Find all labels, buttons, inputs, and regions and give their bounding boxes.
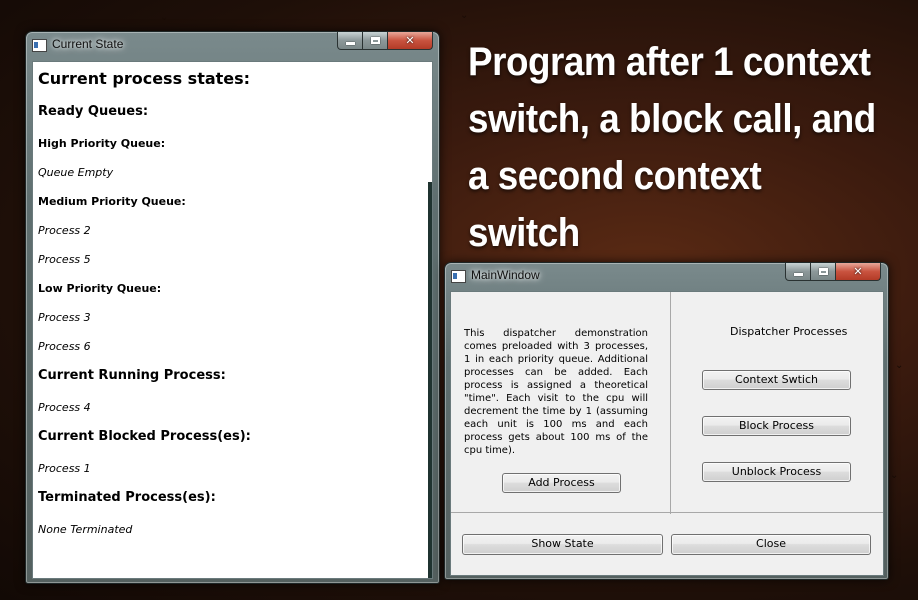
add-process-button[interactable]: Add Process — [502, 473, 621, 493]
main-window: MainWindow ✕ This dispatcher demonstrati… — [444, 262, 889, 580]
block-process-button[interactable]: Block Process — [702, 416, 851, 436]
minimize-button[interactable] — [337, 32, 363, 50]
window-app-icon — [451, 270, 466, 283]
blocked-processes-heading: Current Blocked Process(es): — [38, 429, 251, 444]
scrollbar[interactable] — [428, 182, 432, 578]
state-content-area: Current process states: Ready Queues: Hi… — [32, 61, 433, 579]
close-icon: ✕ — [853, 265, 863, 278]
background-bird-icon: ⌄ — [895, 360, 904, 371]
terminated-process-item: None Terminated — [38, 523, 133, 536]
minimize-button[interactable] — [785, 263, 811, 281]
caption-text: Program after 1 context switch, a block … — [468, 40, 876, 255]
maximize-icon — [370, 37, 380, 44]
ready-queues-heading: Ready Queues: — [38, 104, 149, 119]
maximize-icon — [818, 268, 828, 275]
close-window-button[interactable]: ✕ — [836, 263, 881, 281]
close-window-button[interactable]: ✕ — [388, 32, 433, 50]
medium-priority-heading: Medium Priority Queue: — [38, 195, 186, 208]
maximize-button[interactable] — [811, 263, 836, 281]
vertical-divider — [670, 292, 671, 514]
current-state-window: Current State ✕ Current process states: … — [25, 31, 440, 584]
description-text: This dispatcher demonstration comes prel… — [464, 328, 648, 456]
main-window-title: MainWindow — [471, 268, 540, 282]
main-titlebar[interactable]: MainWindow ✕ — [445, 263, 888, 289]
high-priority-heading: High Priority Queue: — [38, 137, 166, 150]
close-icon: ✕ — [405, 34, 415, 47]
maximize-button[interactable] — [363, 32, 388, 50]
background-bird-icon: ⌄ — [160, 12, 169, 23]
low-queue-item: Process 3 — [38, 311, 91, 324]
main-content-area: This dispatcher demonstration comes prel… — [450, 291, 884, 576]
minimize-icon — [345, 41, 355, 45]
low-priority-heading: Low Priority Queue: — [38, 282, 162, 295]
close-button[interactable]: Close — [671, 534, 871, 555]
running-process-heading: Current Running Process: — [38, 368, 226, 383]
unblock-process-button[interactable]: Unblock Process — [702, 462, 851, 482]
low-queue-item: Process 6 — [38, 340, 91, 353]
state-window-title: Current State — [52, 37, 124, 51]
background-bird-icon: ⌄ — [460, 10, 469, 21]
horizontal-divider — [451, 512, 883, 513]
page-title: Current process states: — [38, 69, 251, 88]
high-queue-item: Queue Empty — [38, 166, 114, 179]
medium-queue-item: Process 2 — [38, 224, 91, 237]
state-titlebar[interactable]: Current State ✕ — [26, 32, 439, 58]
context-switch-button[interactable]: Context Swtich — [702, 370, 851, 390]
minimize-icon — [793, 272, 803, 276]
medium-queue-item: Process 5 — [38, 253, 91, 266]
window-app-icon — [32, 39, 47, 52]
background-bird-icon: ⌄ — [890, 470, 899, 481]
blocked-process-item: Process 1 — [38, 462, 91, 475]
running-process-item: Process 4 — [38, 401, 91, 414]
show-state-button[interactable]: Show State — [462, 534, 663, 555]
terminated-processes-heading: Terminated Process(es): — [38, 490, 216, 505]
dispatcher-processes-label: Dispatcher Processes — [730, 325, 848, 338]
